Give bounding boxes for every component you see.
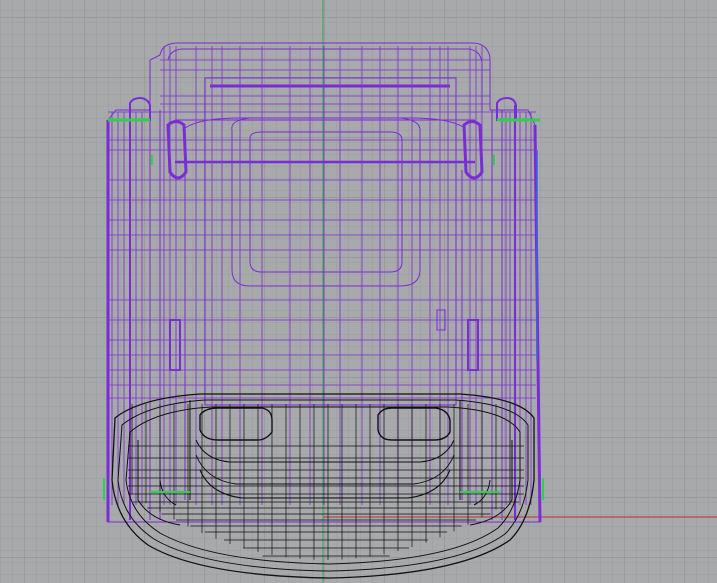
- rhino-top-viewport[interactable]: [0, 0, 717, 583]
- viewport-canvas[interactable]: [0, 0, 717, 583]
